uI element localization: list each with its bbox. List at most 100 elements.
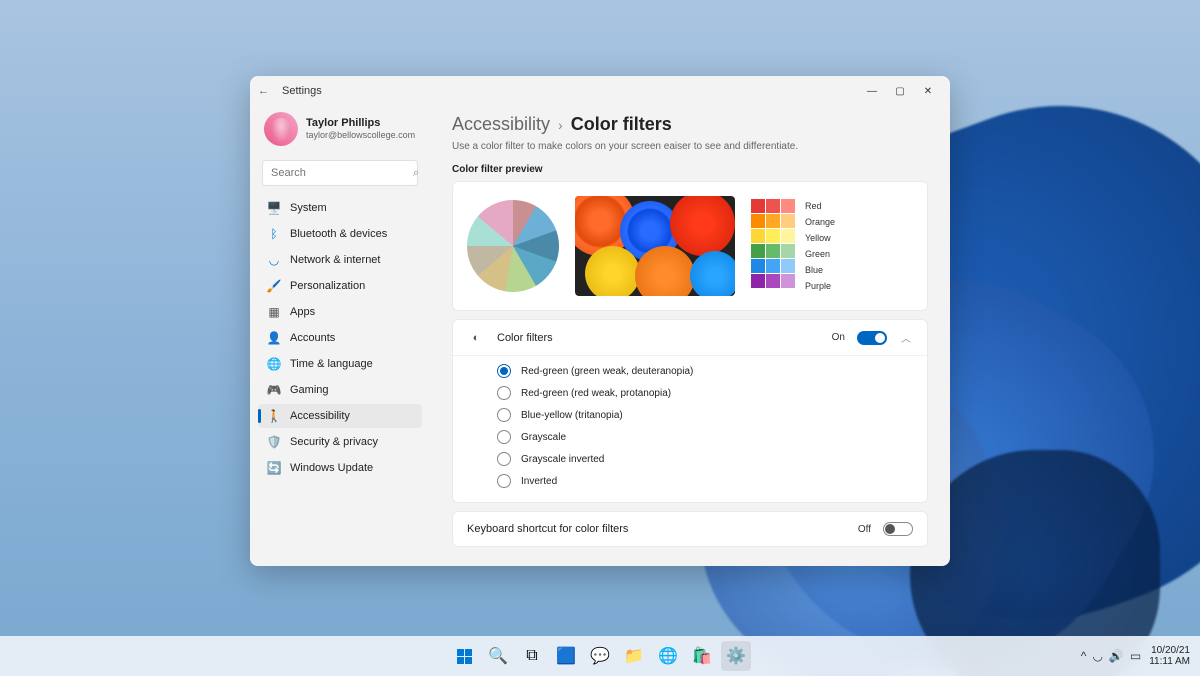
sidebar-item-bluetooth[interactable]: ᛒBluetooth & devices: [258, 222, 422, 246]
sidebar-item-time[interactable]: 🌐Time & language: [258, 352, 422, 376]
radio-button[interactable]: [497, 364, 511, 378]
filter-options: Red-green (green weak, deuteranopia) Red-…: [453, 355, 927, 502]
chat-icon[interactable]: 💬: [585, 641, 615, 671]
sidebar-item-gaming[interactable]: 🎮Gaming: [258, 378, 422, 402]
apps-icon: ▦: [266, 304, 282, 320]
swatch: [766, 274, 780, 288]
shortcut-label: Keyboard shortcut for color filters: [467, 523, 846, 535]
search-icon: ⌕: [413, 167, 419, 180]
main-content: Accessibility › Color filters Use a colo…: [430, 106, 950, 566]
swatch-labels: RedOrangeYellowGreenBluePurple: [805, 199, 835, 294]
taskbar-center: 🔍 ⧉ 🟦 💬 📁 🌐 🛍️ ⚙️: [449, 641, 751, 671]
chevron-up-icon[interactable]: ︿: [899, 330, 913, 345]
filter-option[interactable]: Blue-yellow (tritanopia): [497, 404, 913, 426]
filter-option-label: Inverted: [521, 476, 557, 487]
brush-icon: 🖌️: [266, 278, 282, 294]
window-title: Settings: [278, 85, 858, 97]
minimize-button[interactable]: ―: [858, 79, 886, 103]
color-filters-toggle[interactable]: [857, 331, 887, 345]
tray-battery-icon[interactable]: ▭: [1130, 649, 1141, 663]
sidebar-item-personalization[interactable]: 🖌️Personalization: [258, 274, 422, 298]
sidebar-item-security[interactable]: 🛡️Security & privacy: [258, 430, 422, 454]
sidebar-item-system[interactable]: 🖥️System: [258, 196, 422, 220]
store-icon[interactable]: 🛍️: [687, 641, 717, 671]
filter-option[interactable]: Grayscale: [497, 426, 913, 448]
clock[interactable]: 10/20/21 11:11 AM: [1149, 645, 1190, 667]
filter-option-label: Grayscale: [521, 432, 566, 443]
swatch: [766, 259, 780, 273]
close-button[interactable]: ✕: [914, 79, 942, 103]
system-tray[interactable]: ^ ◡ 🔊 ▭ 10/20/21 11:11 AM: [1081, 645, 1200, 667]
widgets-icon[interactable]: 🟦: [551, 641, 581, 671]
swatch: [766, 199, 780, 213]
color-filters-card: ◐ Color filters On ︿ Red-green (green we…: [452, 319, 928, 503]
swatch-label: Blue: [805, 263, 835, 278]
clock-date: 10/20/21: [1149, 645, 1190, 656]
maximize-button[interactable]: ▢: [886, 79, 914, 103]
taskbar-search-icon[interactable]: 🔍: [483, 641, 513, 671]
profile-block[interactable]: Taylor Phillips taylor@bellowscollege.co…: [258, 106, 422, 156]
search-box[interactable]: ⌕: [262, 160, 418, 186]
swatch: [751, 214, 765, 228]
gamepad-icon: 🎮: [266, 382, 282, 398]
sidebar-item-update[interactable]: 🔄Windows Update: [258, 456, 422, 480]
radio-button[interactable]: [497, 474, 511, 488]
filter-option[interactable]: Red-green (red weak, protanopia): [497, 382, 913, 404]
radio-button[interactable]: [497, 430, 511, 444]
globe-icon: 🌐: [266, 356, 282, 372]
bluetooth-icon: ᛒ: [266, 226, 282, 242]
filter-option[interactable]: Grayscale inverted: [497, 448, 913, 470]
tray-chevron-icon[interactable]: ^: [1081, 649, 1087, 663]
shortcut-card: Keyboard shortcut for color filters Off: [452, 511, 928, 547]
shortcut-row[interactable]: Keyboard shortcut for color filters Off: [453, 512, 927, 546]
swatch: [751, 244, 765, 258]
sidebar-item-accessibility[interactable]: 🚶Accessibility: [258, 404, 422, 428]
task-view-icon[interactable]: ⧉: [517, 641, 547, 671]
monitor-icon: 🖥️: [266, 200, 282, 216]
shortcut-toggle[interactable]: [883, 522, 913, 536]
radio-button[interactable]: [497, 452, 511, 466]
preview-card: RedOrangeYellowGreenBluePurple: [452, 181, 928, 311]
nav-list: 🖥️System ᛒBluetooth & devices ◡Network &…: [258, 196, 422, 480]
breadcrumb-parent[interactable]: Accessibility: [452, 114, 550, 135]
swatch: [781, 214, 795, 228]
taskbar: 🔍 ⧉ 🟦 💬 📁 🌐 🛍️ ⚙️ ^ ◡ 🔊 ▭ 10/20/21 11:11…: [0, 636, 1200, 676]
filter-icon: ◐: [467, 332, 485, 344]
filter-option-label: Red-green (green weak, deuteranopia): [521, 366, 693, 377]
radio-button[interactable]: [497, 386, 511, 400]
filter-option-label: Red-green (red weak, protanopia): [521, 388, 671, 399]
sidebar-item-network[interactable]: ◡Network & internet: [258, 248, 422, 272]
profile-name: Taylor Phillips: [306, 117, 415, 130]
tray-volume-icon[interactable]: 🔊: [1109, 649, 1124, 663]
swatch-label: Orange: [805, 215, 835, 230]
swatch: [751, 199, 765, 213]
swatch-label: Red: [805, 199, 835, 214]
start-button[interactable]: [449, 641, 479, 671]
search-input[interactable]: [271, 167, 413, 179]
settings-taskbar-icon[interactable]: ⚙️: [721, 641, 751, 671]
swatch: [781, 199, 795, 213]
accessibility-icon: 🚶: [266, 408, 282, 424]
swatch: [766, 229, 780, 243]
clock-time: 11:11 AM: [1149, 656, 1190, 667]
sidebar-item-apps[interactable]: ▦Apps: [258, 300, 422, 324]
swatch: [751, 229, 765, 243]
swatch: [766, 244, 780, 258]
sample-photo: [575, 196, 735, 296]
back-button[interactable]: ←: [258, 85, 278, 97]
filter-option[interactable]: Inverted: [497, 470, 913, 492]
edge-icon[interactable]: 🌐: [653, 641, 683, 671]
explorer-icon[interactable]: 📁: [619, 641, 649, 671]
filter-option-label: Blue-yellow (tritanopia): [521, 410, 623, 421]
chevron-right-icon: ›: [558, 117, 563, 133]
preview-label: Color filter preview: [452, 164, 928, 175]
color-filters-row[interactable]: ◐ Color filters On ︿: [453, 320, 927, 355]
swatch-grid: [751, 199, 795, 288]
radio-button[interactable]: [497, 408, 511, 422]
page-description: Use a color filter to make colors on you…: [452, 141, 928, 152]
swatch: [751, 274, 765, 288]
swatch: [781, 274, 795, 288]
filter-option[interactable]: Red-green (green weak, deuteranopia): [497, 360, 913, 382]
tray-wifi-icon[interactable]: ◡: [1092, 649, 1102, 663]
sidebar-item-accounts[interactable]: 👤Accounts: [258, 326, 422, 350]
